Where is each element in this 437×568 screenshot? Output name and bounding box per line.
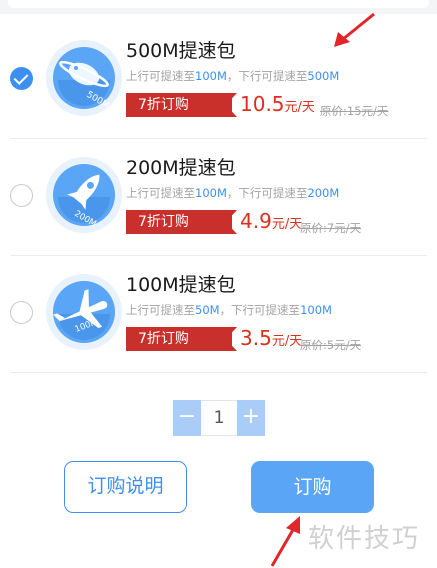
desc-prefix: 上行可提速至 bbox=[126, 303, 195, 317]
radio-unselected[interactable] bbox=[10, 184, 33, 207]
price-value: 4.9 bbox=[240, 209, 272, 233]
up-speed: 50M bbox=[195, 303, 220, 317]
price: 3.5元/天 bbox=[240, 326, 302, 350]
quantity-stepper[interactable]: − 1 + bbox=[173, 400, 265, 436]
order-info-button[interactable]: 订购说明 bbox=[64, 461, 187, 513]
package-title: 100M提速包 bbox=[126, 274, 236, 296]
airplane-icon: 100M bbox=[46, 274, 122, 350]
package-description: 上行可提速至50M，下行可提速至100M bbox=[126, 302, 332, 318]
package-list: 500M 500M提速包 上行可提速至100M，下行可提速至500M 7折订购 … bbox=[0, 22, 437, 373]
price-unit: 元/天 bbox=[284, 100, 315, 115]
original-price: 原价:15元/天 bbox=[320, 104, 389, 118]
discount-label: 7折订购 bbox=[126, 210, 232, 234]
discount-tag: 7折订购 bbox=[126, 327, 237, 351]
down-speed: 200M bbox=[307, 186, 340, 200]
annotation-arrow-top bbox=[334, 12, 375, 47]
order-button[interactable]: 订购 bbox=[251, 461, 374, 513]
previous-card-edge bbox=[8, 0, 429, 8]
increment-button[interactable]: + bbox=[237, 400, 265, 436]
discount-label: 7折订购 bbox=[126, 327, 232, 351]
package-title: 200M提速包 bbox=[126, 157, 236, 179]
package-row-200m[interactable]: 200M 200M提速包 上行可提速至100M，下行可提速至200M 7折订购 … bbox=[10, 139, 427, 256]
ufo-planet-icon: 500M bbox=[46, 40, 122, 116]
price-unit: 元/天 bbox=[271, 217, 303, 232]
watermark: 软件技巧 bbox=[308, 524, 421, 554]
desc-mid: ，下行可提速至 bbox=[226, 186, 308, 200]
package-description: 上行可提速至100M，下行可提速至200M bbox=[126, 185, 339, 201]
discount-tag: 7折订购 bbox=[126, 210, 237, 234]
radio-unselected[interactable] bbox=[10, 301, 33, 324]
up-speed: 100M bbox=[195, 69, 227, 83]
price-unit: 元/天 bbox=[271, 334, 303, 349]
desc-mid: ，下行可提速至 bbox=[219, 303, 301, 317]
price-value: 10.5 bbox=[240, 92, 285, 116]
original-price: 原价:7元/天 bbox=[300, 221, 362, 235]
desc-prefix: 上行可提速至 bbox=[126, 69, 195, 83]
original-price: 原价:5元/天 bbox=[300, 338, 362, 352]
package-row-100m[interactable]: 100M 100M提速包 上行可提速至50M，下行可提速至100M 7折订购 3… bbox=[10, 256, 427, 373]
up-speed: 100M bbox=[195, 186, 227, 200]
price: 10.5元/天 bbox=[240, 92, 315, 116]
decrement-button[interactable]: − bbox=[173, 400, 201, 436]
desc-prefix: 上行可提速至 bbox=[126, 186, 195, 200]
package-title: 500M提速包 bbox=[126, 40, 236, 62]
discount-label: 7折订购 bbox=[126, 93, 232, 117]
rocket-icon: 200M bbox=[46, 157, 122, 233]
desc-mid: ，下行可提速至 bbox=[226, 69, 308, 83]
annotation-arrow-bottom bbox=[270, 516, 300, 567]
discount-tag: 7折订购 bbox=[126, 93, 237, 117]
quantity-value[interactable]: 1 bbox=[201, 400, 237, 436]
price: 4.9元/天 bbox=[240, 209, 302, 233]
price-value: 3.5 bbox=[240, 326, 272, 350]
down-speed: 500M bbox=[307, 69, 340, 83]
package-description: 上行可提速至100M，下行可提速至500M bbox=[126, 68, 339, 84]
down-speed: 100M bbox=[300, 303, 332, 317]
radio-selected[interactable] bbox=[10, 67, 33, 90]
